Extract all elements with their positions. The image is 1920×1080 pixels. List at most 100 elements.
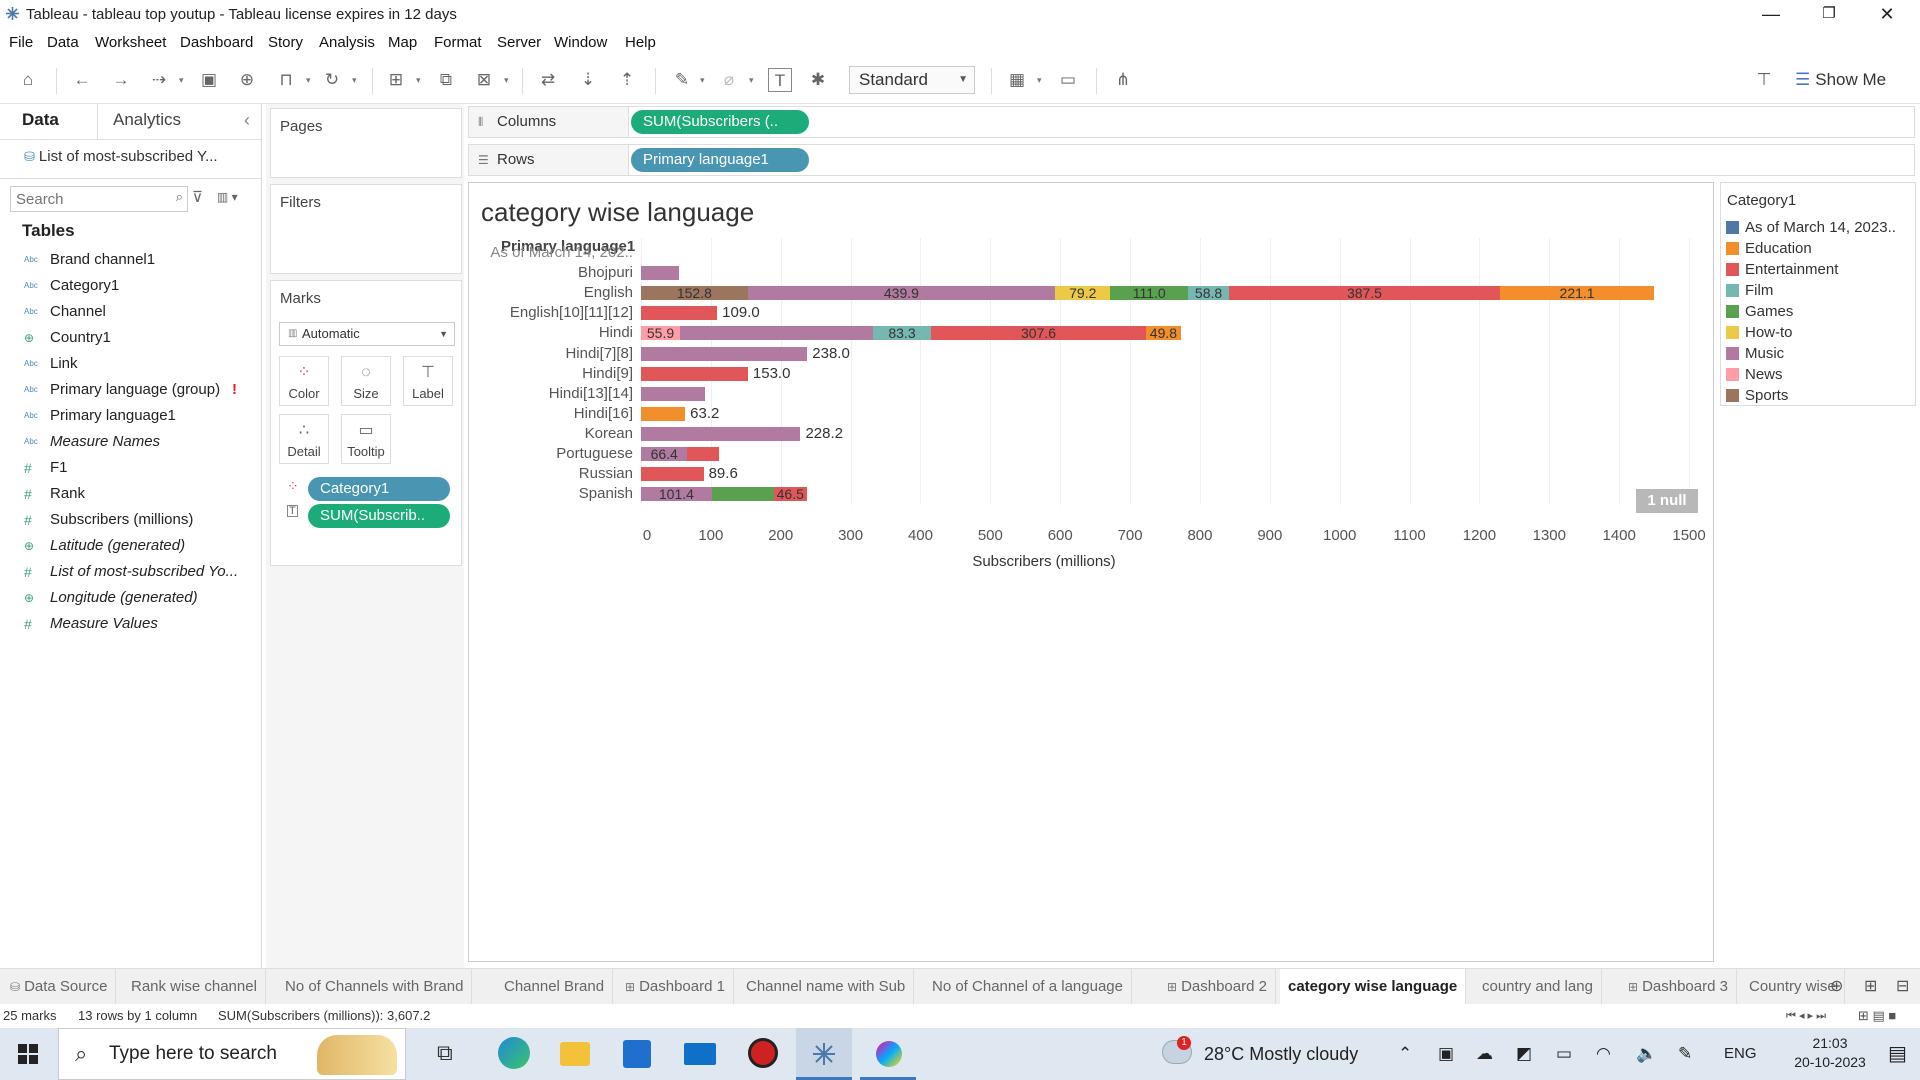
show-me-button[interactable]: ☰ Show Me bbox=[1795, 66, 1905, 94]
language-indicator[interactable]: ENG bbox=[1724, 1028, 1757, 1080]
field-item[interactable]: ⊕ Country1 bbox=[0, 325, 262, 351]
tableau-taskbar-button[interactable] bbox=[796, 1028, 852, 1080]
legend-item[interactable]: News bbox=[1726, 364, 1783, 385]
filters-shelf[interactable]: Filters bbox=[270, 184, 462, 274]
row-label[interactable]: Hindi[16] bbox=[574, 405, 633, 422]
bar-segment[interactable]: 439.9 bbox=[747, 286, 1056, 301]
columns-pill[interactable]: SUM(Subscribers (.. bbox=[631, 110, 809, 134]
menu-worksheet[interactable]: Worksheet bbox=[95, 34, 166, 51]
pages-shelf[interactable]: Pages bbox=[270, 108, 462, 178]
legend-item[interactable]: As of March 14, 2023.. bbox=[1726, 217, 1896, 238]
sheet-tab[interactable]: ⊞ Dashboard 1 bbox=[617, 969, 734, 1005]
size-button[interactable]: ◌ Size bbox=[341, 356, 391, 406]
sheet-tab[interactable]: ⊞ Dashboard 3 bbox=[1620, 969, 1737, 1005]
field-item[interactable]: # Measure Values bbox=[0, 611, 262, 637]
tab-view-icon[interactable]: ⊞ ▤ ■ bbox=[1858, 1004, 1896, 1028]
menu-server[interactable]: Server bbox=[497, 34, 541, 51]
filter-fields-icon[interactable]: ⊽ bbox=[192, 188, 203, 206]
row-label[interactable]: As of March 14, 202.. bbox=[490, 244, 633, 261]
sheet-tab[interactable]: Channel Brand bbox=[496, 969, 614, 1005]
field-item[interactable]: ⊕ Longitude (generated) bbox=[0, 585, 262, 611]
legend-item[interactable]: Education bbox=[1726, 238, 1812, 259]
row-label[interactable]: Russian bbox=[579, 465, 633, 482]
legend-item[interactable]: Music bbox=[1726, 343, 1784, 364]
label-button[interactable]: ⊤ Label bbox=[403, 356, 453, 406]
sheet-tab[interactable]: ⛁ Data Source bbox=[2, 969, 117, 1005]
show-mark-labels-icon[interactable]: T bbox=[768, 68, 792, 92]
group-icon[interactable]: ⌀ bbox=[717, 68, 741, 92]
row-label[interactable]: Portuguese bbox=[556, 445, 633, 462]
field-item[interactable]: Abc Link bbox=[0, 351, 262, 377]
bar-segment[interactable]: 307.6 bbox=[931, 326, 1146, 341]
new-worksheet-icon[interactable]: ⊞ bbox=[384, 68, 408, 92]
menu-map[interactable]: Map bbox=[388, 34, 417, 51]
new-dashboard-tab-icon[interactable]: ⊞ bbox=[1864, 976, 1877, 996]
null-indicator[interactable]: 1 null bbox=[1636, 489, 1698, 513]
sheet-tab[interactable]: Rank wise channel bbox=[123, 969, 266, 1005]
row-label[interactable]: English bbox=[584, 284, 633, 301]
presentation-icon[interactable]: ▭ bbox=[1056, 68, 1080, 92]
field-item[interactable]: # F1 bbox=[0, 455, 262, 481]
duplicate-icon[interactable]: ⧉ bbox=[434, 68, 458, 92]
bar-segment[interactable] bbox=[641, 406, 686, 421]
pause-updates-icon[interactable]: ⊓ bbox=[274, 68, 298, 92]
row-label[interactable]: Hindi[9] bbox=[582, 365, 633, 382]
refresh-icon[interactable]: ↻ bbox=[320, 68, 344, 92]
new-datasource-icon[interactable]: ⊕ bbox=[235, 68, 259, 92]
legend-item[interactable]: Sports bbox=[1726, 385, 1788, 406]
weather-text[interactable]: 28°C Mostly cloudy bbox=[1204, 1028, 1358, 1080]
notification-icon[interactable]: ▤ bbox=[1888, 1028, 1907, 1080]
bar-segment[interactable] bbox=[680, 326, 873, 341]
sheet-tab[interactable]: country and lang bbox=[1474, 969, 1602, 1005]
cards-icon[interactable]: ▦ bbox=[1005, 68, 1029, 92]
swap-icon[interactable]: ⇄ bbox=[536, 68, 560, 92]
sheet-tab[interactable]: category wise language bbox=[1280, 969, 1467, 1005]
row-label[interactable]: Spanish bbox=[579, 485, 633, 502]
color-button[interactable]: ⁘ Color bbox=[279, 356, 329, 406]
category-color-pill[interactable]: Category1 bbox=[308, 477, 450, 501]
bar-segment[interactable]: 79.2 bbox=[1055, 286, 1111, 301]
highlight-icon[interactable]: ✎ bbox=[670, 68, 694, 92]
edge-icon[interactable] bbox=[498, 1037, 530, 1069]
replay-dropdown-icon[interactable]: ▾ bbox=[179, 68, 189, 92]
bar-segment[interactable] bbox=[641, 306, 718, 321]
row-label[interactable]: Hindi[13][14] bbox=[549, 385, 633, 402]
sort-ascending-icon[interactable]: ⇣ bbox=[576, 68, 600, 92]
bar-segment[interactable]: 83.3 bbox=[872, 326, 932, 341]
datasource-row[interactable]: ⛁ List of most-subscribed Y... bbox=[24, 148, 218, 165]
paint-taskbar-button[interactable] bbox=[860, 1028, 916, 1080]
cards-dropdown-icon[interactable]: ▾ bbox=[1037, 68, 1047, 92]
bar-segment[interactable]: 152.8 bbox=[641, 286, 748, 301]
field-item[interactable]: Abc Category1 bbox=[0, 273, 262, 299]
wifi-icon[interactable]: ◠ bbox=[1596, 1028, 1611, 1080]
show-hidden-icons[interactable]: ⌃ bbox=[1398, 1028, 1412, 1080]
menu-analysis[interactable]: Analysis bbox=[319, 34, 375, 51]
save-icon[interactable]: ▣ bbox=[197, 68, 221, 92]
battery-icon[interactable]: ▭ bbox=[1556, 1028, 1572, 1080]
legend-item[interactable]: How-to bbox=[1726, 322, 1793, 343]
view-options-icon[interactable]: ▥ ▾ bbox=[217, 190, 238, 204]
fix-axes-icon[interactable]: ✱ bbox=[806, 68, 830, 92]
columns-shelf[interactable]: ⦀ Columns SUM(Subscribers (.. bbox=[468, 106, 1915, 138]
bar-segment[interactable]: 58.8 bbox=[1188, 286, 1230, 301]
group-dropdown-icon[interactable]: ▾ bbox=[749, 68, 759, 92]
home-icon[interactable]: ⌂ bbox=[16, 68, 40, 92]
field-item[interactable]: # Subscribers (millions) bbox=[0, 507, 262, 533]
file-explorer-icon[interactable] bbox=[560, 1042, 590, 1066]
taskbar-search[interactable]: ⌕ Type here to search bbox=[58, 1028, 406, 1080]
redo-icon[interactable]: → bbox=[109, 68, 133, 92]
field-item[interactable]: Abc Primary language1 bbox=[0, 403, 262, 429]
bar-segment[interactable] bbox=[641, 386, 706, 401]
bar-segment[interactable]: 55.9 bbox=[641, 326, 681, 341]
clock[interactable]: 21:03 20-10-2023 bbox=[1780, 1034, 1880, 1072]
display-icon[interactable]: ◩ bbox=[1516, 1028, 1532, 1080]
highlight-dropdown-icon[interactable]: ▾ bbox=[700, 68, 710, 92]
sort-descending-icon[interactable]: ⇡ bbox=[615, 68, 639, 92]
new-story-tab-icon[interactable]: ⊟ bbox=[1896, 976, 1909, 996]
clear-sheet-icon[interactable]: ⊠ bbox=[472, 68, 496, 92]
minimize-button[interactable]: — bbox=[1742, 0, 1800, 28]
legend-item[interactable]: Games bbox=[1726, 301, 1793, 322]
bar-segment[interactable] bbox=[641, 467, 704, 482]
pen-icon[interactable]: ✎ bbox=[1678, 1028, 1692, 1080]
new-worksheet-tab-icon[interactable]: ⊕ bbox=[1830, 976, 1843, 996]
